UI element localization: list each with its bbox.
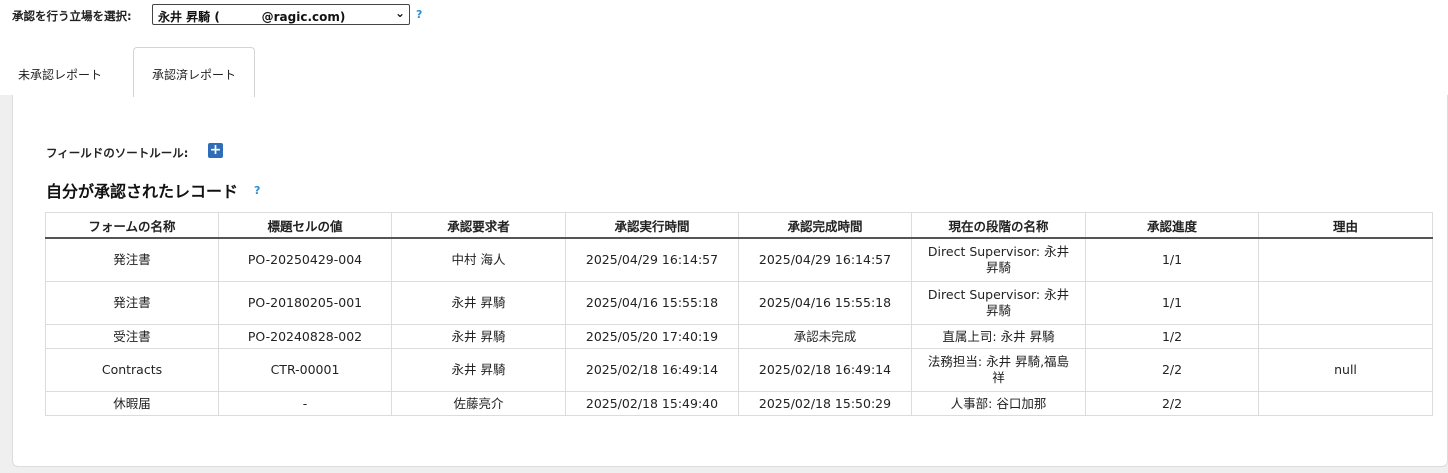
cell-title-value: CTR-00001 [218, 348, 392, 392]
table-row[interactable]: 発注書 PO-20250429-004 中村 海人 2025/04/29 16:… [45, 237, 1433, 282]
table-row[interactable]: 発注書 PO-20180205-001 永井 昇騎 2025/04/16 15:… [45, 281, 1433, 325]
cell-completed-time: 2025/04/16 15:55:18 [738, 281, 912, 325]
stage-line-1: Direct Supervisor: 永井 [927, 287, 1070, 302]
role-selector-label: 承認を行う立場を選択: [12, 9, 132, 23]
table-row[interactable]: 受注書 PO-20240828-002 永井 昇騎 2025/05/20 17:… [45, 324, 1433, 349]
tab-unapproved-reports[interactable]: 未承認レポート [18, 66, 102, 83]
cell-executed-time: 2025/04/29 16:14:57 [565, 237, 739, 282]
col-header-executed-time[interactable]: 承認実行時間 [565, 212, 739, 239]
tab-approved-reports[interactable]: 承認済レポート [133, 47, 255, 97]
col-header-reason[interactable]: 理由 [1258, 212, 1433, 239]
cell-current-stage: 人事部: 谷口加那 [911, 391, 1086, 416]
cell-progress: 1/1 [1085, 281, 1259, 325]
sort-rule-label: フィールドのソートルール: [46, 146, 189, 160]
cell-requester: 永井 昇騎 [391, 348, 566, 392]
role-select-value: 永井 昇騎 ( @ragic.com) [158, 10, 346, 24]
stage-line-2: 昇騎 [985, 303, 1011, 318]
cell-executed-time: 2025/02/18 15:49:40 [565, 391, 739, 416]
approved-records-table: フォームの名称 標題セルの値 承認要求者 承認実行時間 承認完成時間 現在の段階… [45, 212, 1433, 416]
stage-line-2: 祥 [992, 370, 1005, 385]
col-header-title-value[interactable]: 標題セルの値 [218, 212, 392, 239]
add-sort-rule-button[interactable]: + [208, 143, 223, 158]
cell-progress: 1/1 [1085, 237, 1259, 282]
cell-title-value: PO-20240828-002 [218, 324, 392, 349]
chevron-down-icon: ⌄ [394, 6, 405, 20]
stage-line-2: 昇騎 [985, 260, 1011, 275]
cell-completed-time: 2025/02/18 15:50:29 [738, 391, 912, 416]
cell-current-stage: 法務担当: 永井 昇騎,福島祥 [911, 348, 1086, 392]
tab-approved-label: 承認済レポート [152, 68, 237, 82]
cell-reason [1258, 237, 1433, 282]
cell-progress: 1/2 [1085, 324, 1259, 349]
cell-requester: 佐藤亮介 [391, 391, 566, 416]
cell-reason [1258, 324, 1433, 349]
cell-reason [1258, 281, 1433, 325]
cell-executed-time: 2025/02/18 16:49:14 [565, 348, 739, 392]
role-select-dropdown[interactable]: 永井 昇騎 ( @ragic.com) ⌄ [152, 4, 410, 25]
table-row[interactable]: 休暇届 - 佐藤亮介 2025/02/18 15:49:40 2025/02/1… [45, 391, 1433, 416]
cell-title-value: PO-20180205-001 [218, 281, 392, 325]
cell-form-name: 発注書 [45, 281, 219, 325]
col-header-current-stage[interactable]: 現在の段階の名称 [911, 212, 1086, 239]
cell-form-name: 受注書 [45, 324, 219, 349]
cell-requester: 永井 昇騎 [391, 281, 566, 325]
cell-form-name: Contracts [45, 348, 219, 392]
cell-current-stage: Direct Supervisor: 永井 昇騎 [911, 281, 1086, 325]
stage-line-1: 法務担当: 永井 昇騎,福島 [927, 354, 1070, 369]
col-header-form-name[interactable]: フォームの名称 [45, 212, 219, 239]
cell-requester: 中村 海人 [391, 237, 566, 282]
cell-current-stage: 直属上司: 永井 昇騎 [911, 324, 1086, 349]
cell-current-stage: Direct Supervisor: 永井 昇騎 [911, 237, 1086, 282]
cell-requester: 永井 昇騎 [391, 324, 566, 349]
cell-executed-time: 2025/04/16 15:55:18 [565, 281, 739, 325]
cell-reason [1258, 391, 1433, 416]
stage-line-1: Direct Supervisor: 永井 [927, 244, 1070, 259]
table-header-row: フォームの名称 標題セルの値 承認要求者 承認実行時間 承認完成時間 現在の段階… [45, 212, 1433, 239]
col-header-completed-time[interactable]: 承認完成時間 [738, 212, 912, 239]
table-row[interactable]: Contracts CTR-00001 永井 昇騎 2025/02/18 16:… [45, 348, 1433, 392]
cell-form-name: 発注書 [45, 237, 219, 282]
cell-reason: null [1258, 348, 1433, 392]
cell-completed-time: 2025/02/18 16:49:14 [738, 348, 912, 392]
col-header-progress[interactable]: 承認進度 [1085, 212, 1259, 239]
cell-title-value: - [218, 391, 392, 416]
cell-completed-time: 2025/04/29 16:14:57 [738, 237, 912, 282]
cell-title-value: PO-20250429-004 [218, 237, 392, 282]
cell-progress: 2/2 [1085, 391, 1259, 416]
section-title: 自分が承認されたレコード [46, 182, 239, 201]
help-icon[interactable]: ? [416, 8, 422, 21]
cell-progress: 2/2 [1085, 348, 1259, 392]
section-help-icon[interactable]: ? [254, 184, 260, 197]
cell-completed-time: 承認未完成 [738, 324, 912, 349]
col-header-requester[interactable]: 承認要求者 [391, 212, 566, 239]
cell-executed-time: 2025/05/20 17:40:19 [565, 324, 739, 349]
top-bar: 承認を行う立場を選択: 永井 昇騎 ( @ragic.com) ⌄ ? [0, 0, 1448, 30]
cell-form-name: 休暇届 [45, 391, 219, 416]
